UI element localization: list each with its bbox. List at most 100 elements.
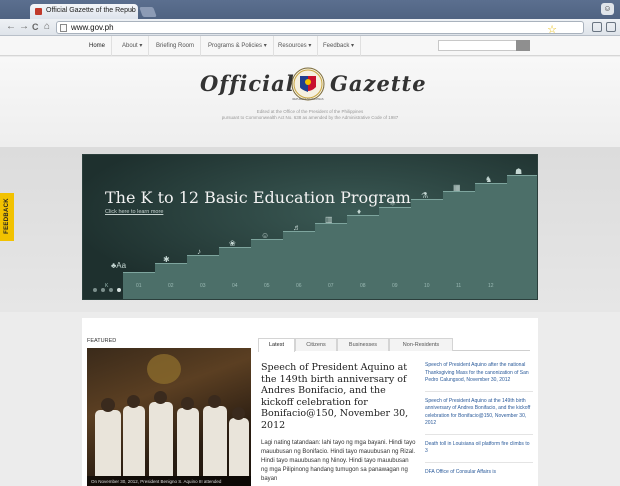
tab-non-residents[interactable]: Non-Residents [389, 338, 453, 351]
tab-latest[interactable]: Latest [258, 338, 295, 352]
tab-close-icon[interactable]: × [129, 6, 134, 15]
extension-icon[interactable] [592, 22, 602, 32]
hero-stair [283, 231, 315, 299]
search-button[interactable] [516, 40, 530, 51]
slider-dot-active[interactable] [117, 288, 121, 292]
grade-label: 05 [264, 283, 270, 289]
grade-label: 10 [424, 283, 430, 289]
grade-label: K [105, 283, 109, 289]
feedback-tab[interactable]: FEEDBACK [0, 193, 14, 241]
nav-briefing-room[interactable]: Briefing Room [150, 36, 202, 56]
grade-label: 09 [392, 283, 398, 289]
grade-label: 07 [328, 283, 334, 289]
grade-label: 02 [168, 283, 174, 289]
hero-stair [155, 263, 187, 299]
hero-diamond-icon: ♦ [357, 207, 362, 216]
grade-label: 08 [360, 283, 366, 289]
hero-flask-icon: ⚗ [421, 191, 429, 200]
featured-photo[interactable]: On November 30, 2012, President Benigno … [87, 348, 251, 486]
home-icon[interactable]: ⌂ [44, 21, 50, 33]
grade-label: 12 [488, 283, 494, 289]
web-page: Home About ▾ Briefing Room Programs & Po… [0, 36, 620, 486]
latest-news-list: Speech of President Aquino after the nat… [425, 362, 533, 486]
person-head [154, 391, 167, 404]
hero-alphabet-icon: ♣Aa [111, 261, 127, 270]
featured-label: FEATURED [87, 338, 117, 344]
photo-caption: On November 30, 2012, President Benigno … [87, 476, 251, 486]
nav-about[interactable]: About ▾ [116, 36, 150, 56]
grade-label: 06 [296, 283, 302, 289]
tab-citizens[interactable]: Citizens [295, 338, 337, 351]
hero-stair [251, 239, 283, 299]
hero-stair [219, 247, 251, 299]
favicon-icon [35, 8, 42, 15]
hero-face-icon: ☺ [261, 231, 270, 240]
person-figure [95, 410, 121, 476]
news-item[interactable]: Death toll in Louisiana oil platform fir… [425, 441, 533, 463]
hero-notes-icon: ♬ [293, 223, 301, 232]
browser-toolbar: ← → C ⌂ www.gov.ph ☆ [0, 19, 620, 36]
hero-graduate-icon: ☗ [515, 167, 523, 176]
grade-label: 03 [200, 283, 206, 289]
menu-icon[interactable] [606, 22, 616, 32]
bookmark-star-icon[interactable]: ☆ [547, 23, 557, 36]
new-tab-button[interactable] [139, 7, 157, 17]
tab-title: Official Gazette of the Repub [46, 7, 136, 14]
page-icon [60, 24, 67, 32]
person-figure [203, 406, 227, 476]
seal-on-wall [147, 354, 181, 384]
hero-stair [187, 255, 219, 299]
hero-book-icon: ▥ [325, 215, 333, 224]
masthead-tagline: Edited at the Office of the President of… [221, 109, 399, 120]
slider-dot[interactable] [109, 288, 113, 292]
svg-text:REPUBLIKA NG PILIPINAS: REPUBLIKA NG PILIPINAS [293, 98, 324, 101]
nav-home[interactable]: Home [83, 36, 113, 56]
article-body: Lagi nating tatandaan: lahi tayo ng mga … [261, 440, 416, 482]
person-head [127, 395, 140, 408]
news-item[interactable]: DFA Office of Consular Affairs is [425, 469, 533, 483]
article-title[interactable]: Speech of President Aquino at the 149th … [261, 362, 421, 431]
hero-flower-icon: ❀ [229, 239, 236, 248]
url-text: www.gov.ph [71, 23, 114, 32]
address-bar[interactable]: www.gov.ph ☆ [56, 21, 584, 36]
slider-dot[interactable] [93, 288, 97, 292]
nav-feedback[interactable]: Feedback ▾ [317, 36, 362, 56]
person-head [232, 407, 245, 420]
person-figure [149, 402, 173, 476]
hero-learn-more-link[interactable]: Click here to learn more [105, 209, 163, 215]
presidential-seal-icon: REPUBLIKA NG PILIPINAS [291, 67, 325, 101]
person-figure [123, 406, 145, 476]
news-item[interactable]: Speech of President Aquino after the nat… [425, 362, 533, 392]
back-icon[interactable]: ← [6, 21, 16, 33]
grade-label: 11 [456, 283, 462, 289]
site-navigation: Home About ▾ Briefing Room Programs & Po… [0, 36, 620, 56]
hero-music-icon: ♪ [197, 247, 201, 256]
content-area: FEATURED On November 30, 2012, President… [82, 318, 538, 486]
reload-icon[interactable]: C [32, 21, 39, 33]
grade-label: 04 [232, 283, 238, 289]
hero-slider[interactable]: ♣Aa ✱ ♪ ❀ ☺ ♬ ▥ ♦ ⚛ ⚗ ▦ ♞ ☗ K 01 02 03 0… [82, 154, 538, 300]
masthead: Official REPUBLIKA NG PILIPINAS Gazette … [0, 57, 620, 147]
nav-resources[interactable]: Resources ▾ [272, 36, 319, 56]
person-head [101, 398, 115, 412]
slider-dot[interactable] [101, 288, 105, 292]
person-figure [177, 408, 199, 476]
grade-label: 01 [136, 283, 142, 289]
hero-title: The K to 12 Basic Education Program [105, 188, 411, 207]
news-item[interactable]: Speech of President Aquino at the 149th … [425, 398, 533, 435]
person-head [208, 395, 221, 408]
hero-chart-icon: ▦ [453, 183, 461, 192]
logo-text-gazette: Gazette [330, 71, 427, 96]
nav-programs-policies[interactable]: Programs & Policies ▾ [202, 36, 274, 56]
forward-icon[interactable]: → [19, 21, 29, 33]
browser-chrome: Official Gazette of the Repub × ☺ ← → C … [0, 0, 620, 36]
content-tabs: Latest Citizens Businesses Non-Residents [258, 338, 530, 352]
browser-tab[interactable]: Official Gazette of the Repub × [30, 4, 138, 19]
profile-icon[interactable]: ☺ [601, 3, 614, 15]
person-head [181, 397, 194, 410]
person-figure [229, 418, 249, 476]
hero-chess-icon: ♞ [485, 175, 493, 184]
hero-stair [507, 175, 537, 299]
tab-businesses[interactable]: Businesses [337, 338, 389, 351]
hero-star-icon: ✱ [163, 255, 170, 264]
